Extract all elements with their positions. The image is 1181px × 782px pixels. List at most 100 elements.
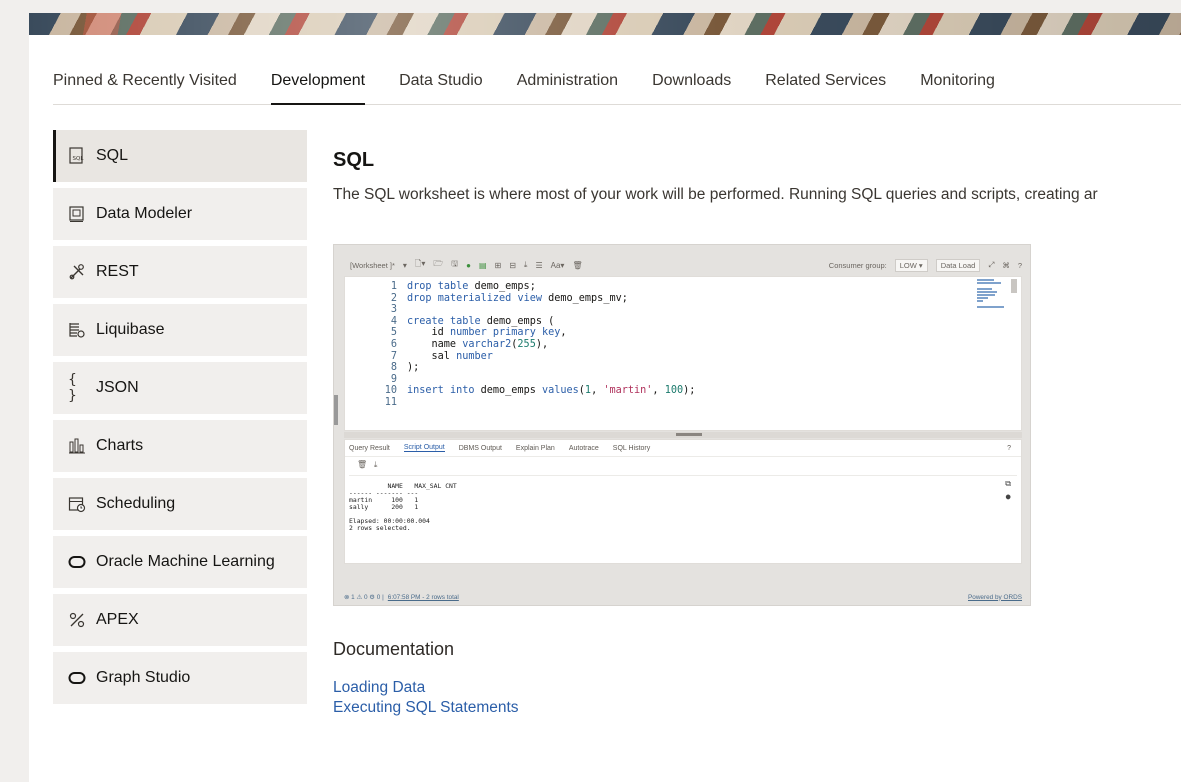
result-tab-script-output: Script Output [403, 444, 445, 452]
sidebar: SQL SQL Data Modeler REST Liquibase { } … [53, 130, 307, 710]
sidebar-item-charts[interactable]: Charts [53, 420, 307, 472]
liquibase-icon [68, 321, 90, 339]
script-output: NAME MAX_SAL CNT ------ ------- --- mart… [349, 475, 1017, 545]
code-line: 8); [390, 362, 420, 374]
tab-monitoring[interactable]: Monitoring [920, 68, 995, 105]
code-line: 4 create table demo_emps ( [390, 315, 555, 327]
link-executing-sql-statements[interactable]: Executing SQL Statements [333, 698, 519, 718]
sidebar-item-label: Liquibase [96, 321, 165, 338]
data-modeler-icon [68, 205, 90, 223]
results-toolbar: 🗑 ⤓ [345, 457, 1021, 473]
sidebar-item-apex[interactable]: APEX [53, 594, 307, 646]
tab-downloads[interactable]: Downloads [652, 68, 731, 105]
charts-icon [68, 437, 90, 455]
copy-icon: ⧉ [1005, 479, 1011, 488]
editor-scrollbar [1011, 279, 1017, 293]
oml-icon [68, 555, 90, 569]
code-line: 3 [390, 304, 397, 316]
code-line: 6 name varchar2(255), [390, 338, 549, 350]
graph-studio-icon [68, 671, 90, 685]
resize-handle [334, 395, 338, 425]
save-icon: 🖫 [451, 259, 459, 268]
sidebar-item-data-modeler[interactable]: Data Modeler [53, 188, 307, 240]
tab-pinned-recently-visited[interactable]: Pinned & Recently Visited [53, 68, 237, 105]
font-icon: Aa▾ [550, 260, 565, 270]
code-line: 1 drop table demo_emps; [390, 281, 536, 292]
code-lines: 1 drop table demo_emps; 2 drop materialized… [351, 281, 696, 409]
keyboard-icon: ⌘ [1002, 260, 1010, 270]
scheduling-icon [68, 495, 90, 513]
consumer-group-select: LOW ▾ [894, 258, 928, 272]
expand-icon: ⤢ [988, 260, 995, 269]
sidebar-item-label: JSON [96, 379, 139, 396]
autotrace-icon: ⊟ [509, 260, 516, 270]
sidebar-item-json[interactable]: { } JSON [53, 362, 307, 414]
sidebar-item-label: SQL [96, 147, 129, 164]
result-tab-sql-history: SQL History [612, 444, 651, 452]
status-counts: ⊗ 1 ⚠ 0 ⚙ 0 | [344, 594, 384, 601]
code-minimap [977, 279, 1005, 319]
download-icon: ⤓ [523, 260, 528, 269]
apex-icon [68, 611, 90, 629]
code-editor: 1 drop table demo_emps; 2 drop materialized… [344, 276, 1022, 431]
sidebar-item-scheduling[interactable]: Scheduling [53, 478, 307, 530]
tab-development[interactable]: Development [270, 68, 366, 105]
run-script-icon: ▤ [478, 260, 487, 270]
result-tab-query-result: Query Result [349, 444, 390, 452]
results-panel: Query Result Script Output DBMS Output E… [344, 439, 1022, 564]
help-icon: ? [1007, 444, 1011, 452]
format-icon: ☰ [535, 260, 543, 270]
sidebar-item-label: Graph Studio [96, 669, 191, 686]
chevron-down-icon: ▾ [402, 260, 407, 270]
status-time: 6:07:58 PM - 2 rows total [387, 593, 459, 601]
result-tab-autotrace: Autotrace [568, 444, 599, 452]
sidebar-item-label: REST [96, 263, 139, 280]
code-line: 5 id number primary key, [390, 327, 567, 339]
link-loading-data[interactable]: Loading Data [333, 678, 519, 698]
worksheet-toolbar: [Worksheet ]* ▾ 🗋▾ 🗁 🖫 ● ▤ ⊞ ⊟ ⤓ ☰ Aa▾ 🗑… [344, 254, 1022, 276]
trash-icon: 🗑 [572, 260, 583, 270]
sql-icon: SQL [68, 147, 90, 165]
run-icon: ● [466, 260, 471, 270]
explain-icon: ⊞ [494, 260, 502, 270]
sidebar-item-label: Charts [96, 437, 144, 454]
script-output-text: NAME MAX_SAL CNT ------ ------- --- mart… [349, 482, 457, 532]
documentation-links: Loading Data Executing SQL Statements [333, 678, 519, 718]
tab-bar: Pinned & Recently Visited Development Da… [53, 68, 1181, 105]
worksheet-name: [Worksheet ]* [350, 260, 395, 270]
page-title: SQL [333, 149, 375, 171]
main-content: SQL The SQL worksheet is where most of y… [333, 130, 1181, 716]
documentation-heading: Documentation [333, 639, 455, 659]
code-line: 2 drop materialized view demo_emps_mv; [390, 292, 628, 304]
results-tab-bar: Query Result Script Output DBMS Output E… [345, 440, 1021, 457]
tab-data-studio[interactable]: Data Studio [399, 68, 483, 105]
data-load-button: Data Load [935, 258, 981, 272]
status-bar: ⊗ 1 ⚠ 0 ⚙ 0 | 6:07:58 PM - 2 rows total … [344, 591, 1022, 603]
sidebar-item-oracle-machine-learning[interactable]: Oracle Machine Learning [53, 536, 307, 588]
page-description: The SQL worksheet is where most of your … [333, 186, 1098, 203]
result-tab-explain-plan: Explain Plan [515, 444, 555, 452]
sidebar-item-rest[interactable]: REST [53, 246, 307, 298]
rest-icon [68, 263, 90, 281]
sql-worksheet-screenshot: [Worksheet ]* ▾ 🗋▾ 🗁 🖫 ● ▤ ⊞ ⊟ ⤓ ☰ Aa▾ 🗑… [333, 244, 1031, 606]
code-line: 10 insert into demo_emps values(1, 'marti… [384, 385, 696, 397]
trash-icon: 🗑 [357, 460, 368, 469]
consumer-group-label: Consumer group: [828, 260, 887, 270]
sidebar-item-graph-studio[interactable]: Graph Studio [53, 652, 307, 704]
sidebar-item-label: Scheduling [96, 495, 176, 512]
code-line: 7 sal number [390, 350, 493, 362]
new-file-icon: 🗋▾ [414, 259, 426, 268]
sidebar-item-sql[interactable]: SQL SQL [53, 130, 307, 182]
svg-text:SQL: SQL [73, 156, 85, 162]
sidebar-item-liquibase[interactable]: Liquibase [53, 304, 307, 356]
tab-administration[interactable]: Administration [517, 68, 618, 105]
download-icon: ⤓ [373, 460, 378, 469]
sidebar-item-label: Data Modeler [96, 205, 193, 222]
help-icon: ? [1017, 260, 1022, 270]
page-card: Pinned & Recently Visited Development Da… [29, 13, 1181, 782]
powered-by-link: Powered by ORDS [968, 593, 1022, 601]
code-line: 11 [384, 396, 397, 408]
sidebar-item-label: APEX [96, 611, 139, 628]
sidebar-item-label: Oracle Machine Learning [96, 553, 275, 570]
tab-related-services[interactable]: Related Services [765, 68, 886, 105]
